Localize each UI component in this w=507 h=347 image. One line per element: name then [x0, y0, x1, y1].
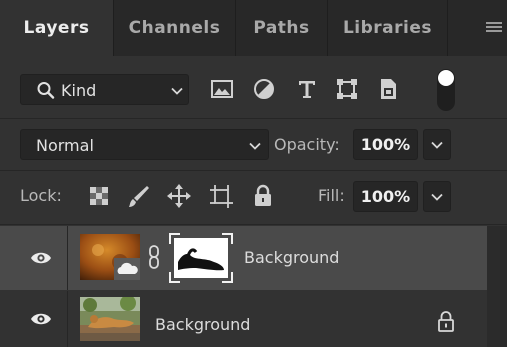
shape-layer-filter-icon[interactable] — [333, 75, 361, 103]
chevron-down-icon — [431, 193, 443, 201]
layer-filter-row: Kind — [0, 56, 507, 119]
layer-lock-icon[interactable] — [437, 310, 455, 332]
filter-kind-label: Kind — [61, 81, 97, 100]
eye-icon — [31, 313, 51, 325]
filter-toggle-icon[interactable] — [436, 68, 456, 112]
smart-object-filter-icon[interactable] — [374, 75, 402, 103]
eye-icon — [31, 252, 51, 264]
layer-row[interactable]: Background — [0, 291, 507, 347]
layer-name[interactable]: Background — [155, 315, 250, 334]
layer-row[interactable]: Background — [0, 226, 507, 290]
blend-mode-row: Normal Opacity: 100% — [0, 118, 507, 171]
fill-label: Fill: — [318, 186, 345, 205]
chevron-down-icon — [171, 87, 183, 95]
lock-transparent-pixels-icon[interactable] — [85, 182, 113, 210]
fill-slider-button[interactable] — [423, 181, 451, 212]
pixel-layer-filter-icon[interactable] — [208, 75, 236, 103]
panel-menu-icon[interactable] — [486, 22, 502, 34]
chevron-down-icon — [249, 142, 261, 150]
tab-paths[interactable]: Paths — [236, 0, 328, 56]
adjustment-layer-filter-icon[interactable] — [250, 75, 278, 103]
layer-mask-thumbnail[interactable] — [168, 232, 234, 284]
lock-label: Lock: — [20, 186, 62, 205]
opacity-label: Opacity: — [274, 135, 340, 154]
lock-image-pixels-icon[interactable] — [125, 182, 153, 210]
blend-mode-value: Normal — [36, 136, 94, 155]
fill-input[interactable]: 100% — [353, 181, 418, 212]
lock-artboard-icon[interactable] — [207, 182, 235, 210]
layer-thumbnail[interactable] — [80, 234, 140, 280]
layers-panel: Layers Channels Paths Libraries Kind Nor… — [0, 0, 507, 347]
filter-kind-select[interactable]: Kind — [20, 74, 189, 105]
lock-all-icon[interactable] — [249, 182, 277, 210]
search-icon — [37, 82, 55, 99]
lock-position-icon[interactable] — [165, 182, 193, 210]
panel-tab-bar: Layers Channels Paths Libraries — [0, 0, 507, 56]
opacity-slider-button[interactable] — [423, 129, 451, 160]
tab-libraries[interactable]: Libraries — [328, 0, 448, 56]
visibility-toggle[interactable] — [0, 226, 68, 290]
type-layer-filter-icon[interactable] — [293, 75, 321, 103]
visibility-toggle[interactable] — [0, 291, 68, 347]
opacity-input[interactable]: 100% — [353, 129, 418, 160]
chevron-down-icon — [431, 141, 443, 149]
tab-channels[interactable]: Channels — [114, 0, 236, 56]
mask-link-icon[interactable] — [146, 244, 162, 270]
lock-row: Lock: Fill: 100% — [0, 170, 507, 225]
tab-layers[interactable]: Layers — [0, 0, 114, 56]
blend-mode-select[interactable]: Normal — [20, 129, 269, 160]
layers-scrollbar[interactable] — [487, 226, 507, 347]
layer-thumbnail[interactable] — [80, 297, 140, 341]
layer-name[interactable]: Background — [244, 248, 339, 267]
